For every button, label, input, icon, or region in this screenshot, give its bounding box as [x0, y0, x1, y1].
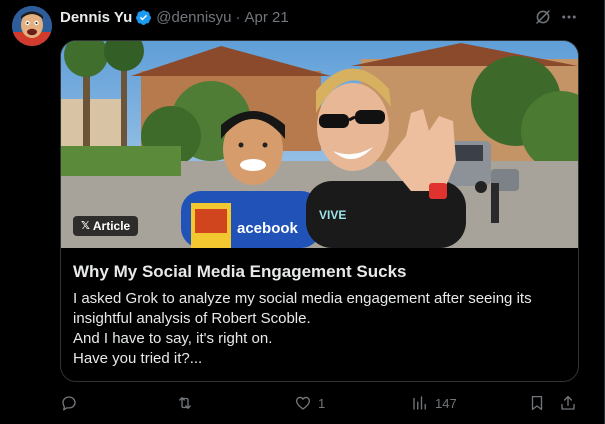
grok-icon[interactable]: [534, 8, 552, 26]
article-card[interactable]: acebook VIVE 𝕏 Article Why My Social Med…: [60, 40, 579, 382]
article-cover-image[interactable]: acebook VIVE 𝕏 Article: [61, 41, 578, 248]
post-date[interactable]: Apr 21: [245, 9, 289, 26]
share-button[interactable]: [559, 392, 577, 414]
bookmark-button[interactable]: [528, 392, 546, 414]
author-handle[interactable]: @dennisyu: [156, 9, 231, 26]
article-type-badge: 𝕏 Article: [73, 216, 139, 236]
views-icon: [413, 396, 426, 410]
verified-badge-icon: [136, 9, 152, 25]
bookmark-icon: [531, 395, 543, 411]
views-count: 147: [435, 395, 457, 411]
separator-dot: ·: [235, 8, 241, 26]
author-avatar[interactable]: [12, 6, 52, 46]
author-name[interactable]: Dennis Yu: [60, 9, 132, 26]
article-preview-text[interactable]: I asked Grok to analyze my social media …: [73, 289, 566, 369]
svg-text:VIVE: VIVE: [319, 208, 346, 222]
shirt-logo-text: acebook: [237, 220, 299, 237]
repost-button[interactable]: [176, 392, 194, 414]
article-preview-line: Have you tried it?...: [73, 350, 203, 367]
post-header: Dennis Yu @dennisyu · Apr 21: [60, 7, 575, 27]
reply-icon: [62, 396, 76, 411]
article-title[interactable]: Why My Social Media Engagement Sucks: [73, 261, 566, 283]
like-button[interactable]: 1: [294, 392, 325, 414]
article-preview-line: And I have to say, it's right on.: [73, 330, 273, 347]
article-preview-line: insightful analysis of Robert Scoble.: [73, 310, 311, 327]
like-icon: [295, 396, 311, 410]
x-logo-icon: 𝕏: [81, 220, 90, 232]
post-action-bar: 1 147: [60, 392, 577, 414]
article-preview-line: I asked Grok to analyze my social media …: [73, 290, 532, 307]
reply-button[interactable]: [60, 392, 78, 414]
repost-icon: [179, 397, 191, 409]
share-icon: [561, 395, 575, 410]
views-button[interactable]: 147: [411, 392, 457, 414]
article-badge-label: Article: [92, 219, 131, 233]
like-count: 1: [318, 395, 326, 411]
more-icon[interactable]: [560, 8, 578, 26]
